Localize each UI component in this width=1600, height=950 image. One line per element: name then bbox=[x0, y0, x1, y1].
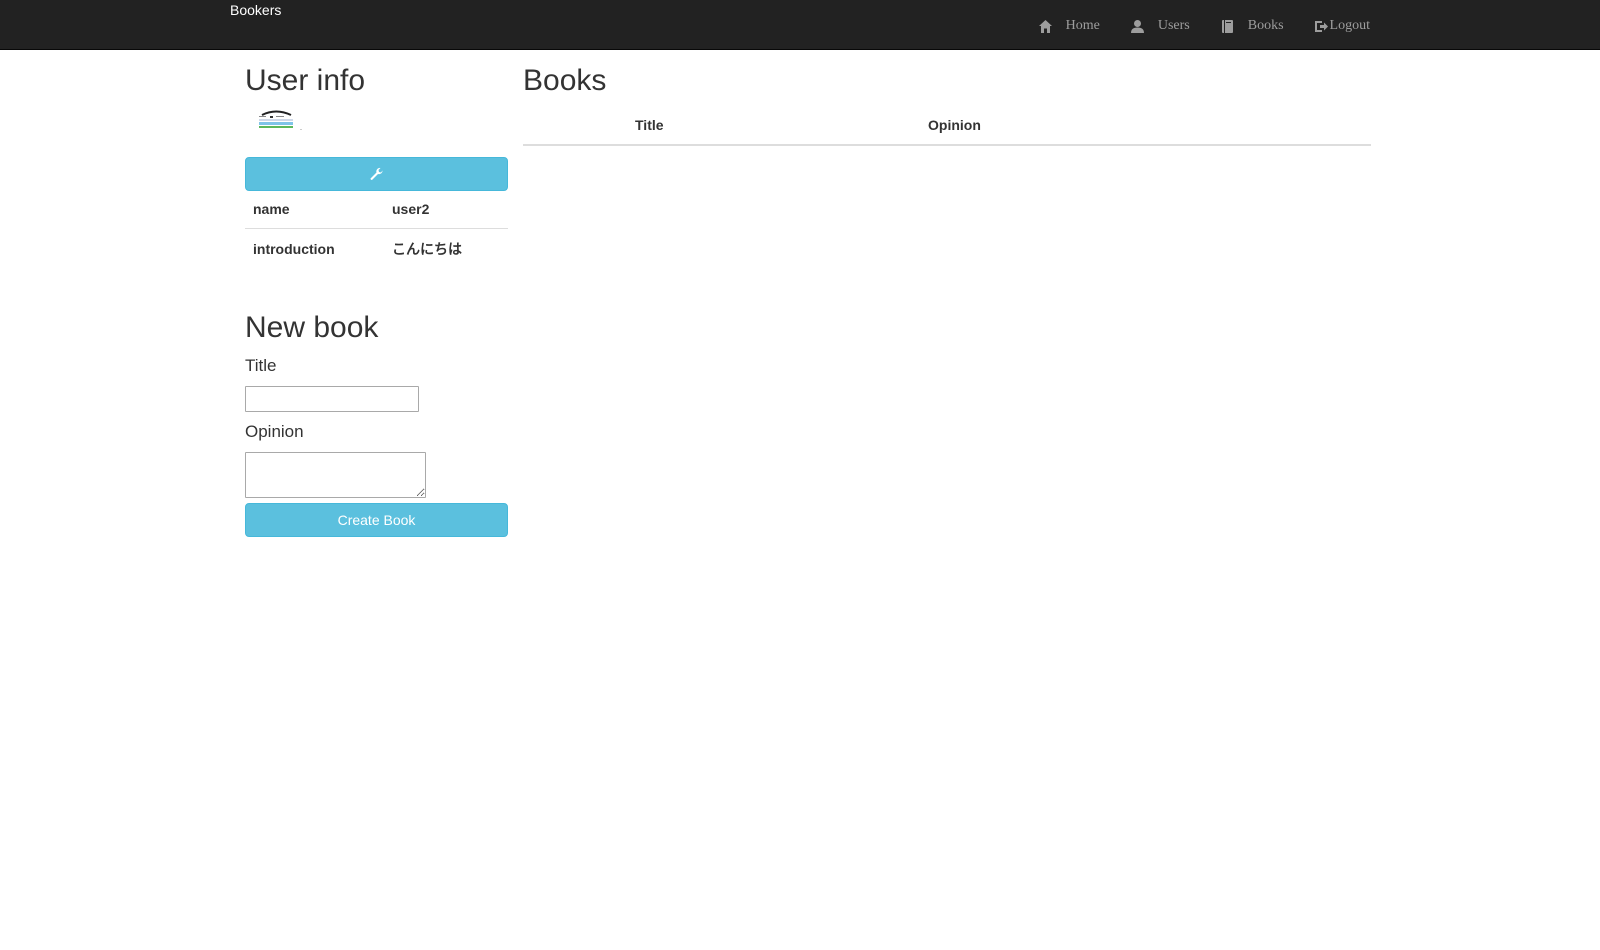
table-header-row: Title Opinion bbox=[523, 115, 1371, 146]
new-book-heading: New book bbox=[245, 310, 379, 344]
user-info-heading: User info bbox=[245, 64, 366, 97]
new-book-form: New book Title Opinion Create Book bbox=[245, 311, 508, 537]
edit-user-button[interactable] bbox=[245, 157, 508, 191]
nav-item-logout[interactable]: Logout bbox=[1314, 18, 1370, 34]
info-label: name bbox=[253, 201, 290, 218]
nav-menu: Home Users Books Logout bbox=[1038, 18, 1370, 34]
nav-item-label: Logout bbox=[1329, 18, 1370, 33]
table-row: introduction こんにちは bbox=[245, 227, 508, 269]
home-icon bbox=[1038, 19, 1053, 34]
nav-item-label: Users bbox=[1157, 18, 1190, 33]
avatar bbox=[258, 109, 306, 143]
opinion-label: Opinion bbox=[245, 421, 304, 441]
column-header-title: Title bbox=[627, 115, 920, 146]
user-info-table: name user2 introduction こんにちは bbox=[245, 191, 508, 269]
books-table: Title Opinion bbox=[523, 115, 1371, 146]
nav-item-books[interactable]: Books bbox=[1220, 18, 1284, 34]
title-label: Title bbox=[245, 355, 277, 375]
info-label: introduction bbox=[245, 227, 384, 269]
nav-item-users[interactable]: Users bbox=[1130, 18, 1190, 34]
nav-item-label: Books bbox=[1247, 18, 1284, 33]
nav-item-home[interactable]: Home bbox=[1038, 18, 1100, 34]
brand-link[interactable]: Bookers bbox=[230, 2, 281, 18]
info-value: user2 bbox=[392, 201, 430, 218]
top-navbar: Bookers Home Users Books Logout bbox=[0, 0, 1600, 50]
left-column: User info name user2 introduction こんにちは … bbox=[245, 64, 508, 537]
logout-icon bbox=[1314, 19, 1329, 34]
books-heading: Books bbox=[523, 64, 607, 97]
title-input[interactable] bbox=[245, 385, 419, 412]
user-icon bbox=[1130, 19, 1145, 34]
column-header-image bbox=[523, 115, 627, 146]
create-book-button[interactable]: Create Book bbox=[245, 502, 508, 537]
opinion-textarea[interactable] bbox=[245, 451, 426, 498]
book-icon bbox=[1220, 19, 1235, 34]
info-value: こんにちは bbox=[384, 227, 508, 269]
wrench-icon bbox=[369, 167, 384, 182]
table-row: name user2 bbox=[245, 191, 508, 228]
column-header-opinion: Opinion bbox=[920, 115, 1371, 146]
nav-item-label: Home bbox=[1065, 18, 1100, 33]
right-column: Books Title Opinion bbox=[523, 64, 1371, 146]
